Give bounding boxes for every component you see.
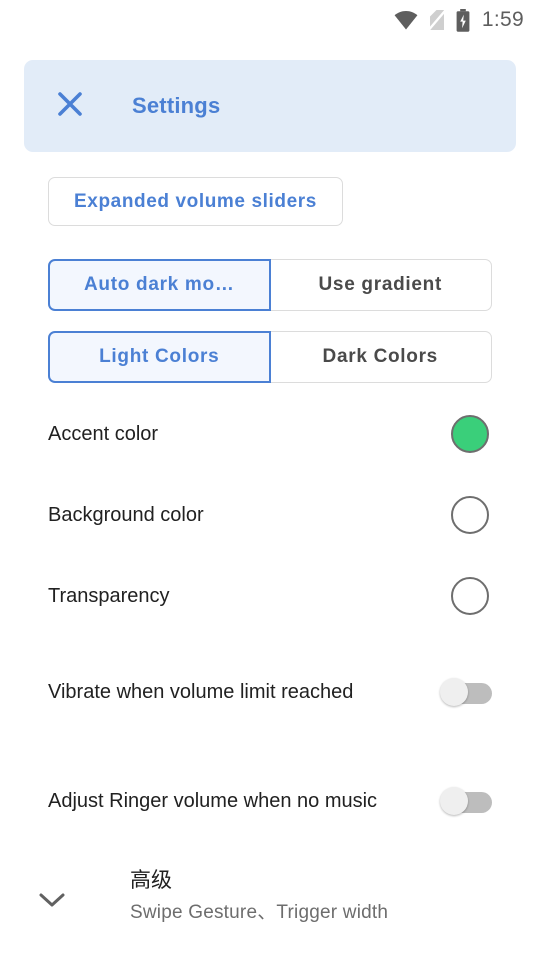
vibrate-volume-limit-switch[interactable] bbox=[440, 678, 492, 706]
settings-header: Settings bbox=[24, 60, 516, 152]
segment-dark-colors[interactable]: Dark Colors bbox=[269, 331, 492, 383]
adjust-ringer-no-music-switch[interactable] bbox=[440, 787, 492, 815]
advanced-expand-button[interactable] bbox=[24, 874, 80, 930]
close-icon bbox=[55, 89, 85, 124]
no-sim-icon bbox=[427, 9, 447, 31]
page-title: Settings bbox=[132, 93, 221, 118]
row-accent-color[interactable]: Accent color bbox=[48, 414, 492, 454]
accent-color-swatch[interactable] bbox=[451, 415, 489, 453]
row-transparency-label: Transparency bbox=[48, 585, 170, 607]
chevron-down-icon bbox=[38, 891, 66, 914]
wifi-icon bbox=[394, 10, 418, 30]
row-adjust-ringer-no-music[interactable]: Adjust Ringer volume when no music bbox=[48, 772, 492, 830]
row-vibrate-volume-limit[interactable]: Vibrate when volume limit reached bbox=[48, 663, 492, 721]
advanced-section[interactable]: 高级 Swipe Gesture、Trigger width bbox=[24, 866, 516, 930]
settings-screen: 1:59 Settings Expanded volume sliders Au… bbox=[0, 0, 540, 960]
segment-light-colors[interactable]: Light Colors bbox=[48, 331, 271, 383]
status-bar-clock: 1:59 bbox=[481, 8, 524, 31]
row-accent-color-label: Accent color bbox=[48, 423, 159, 445]
switch-thumb bbox=[440, 787, 468, 815]
row-adjust-ringer-no-music-label: Adjust Ringer volume when no music bbox=[48, 790, 378, 812]
background-color-swatch[interactable] bbox=[451, 496, 489, 534]
color-scheme-group: Light Colors Dark Colors bbox=[48, 331, 492, 383]
dark-mode-group: Auto dark mo… Use gradient bbox=[48, 259, 492, 311]
transparency-swatch[interactable] bbox=[451, 577, 489, 615]
segment-auto-dark-mode[interactable]: Auto dark mo… bbox=[48, 259, 271, 311]
row-background-color[interactable]: Background color bbox=[48, 495, 492, 535]
advanced-title: 高级 bbox=[130, 869, 172, 892]
row-background-color-label: Background color bbox=[48, 504, 204, 526]
row-transparency[interactable]: Transparency bbox=[48, 576, 492, 616]
advanced-text-block: 高级 Swipe Gesture、Trigger width bbox=[130, 866, 388, 928]
close-button[interactable] bbox=[44, 80, 96, 132]
segment-use-gradient[interactable]: Use gradient bbox=[269, 259, 492, 311]
advanced-subtitle: Swipe Gesture、Trigger width bbox=[130, 902, 389, 923]
switch-thumb bbox=[440, 678, 468, 706]
row-vibrate-volume-limit-label: Vibrate when volume limit reached bbox=[48, 681, 354, 703]
expanded-volume-sliders-button[interactable]: Expanded volume sliders bbox=[48, 177, 343, 226]
battery-charging-icon bbox=[456, 8, 470, 32]
status-bar: 1:59 bbox=[0, 0, 540, 40]
